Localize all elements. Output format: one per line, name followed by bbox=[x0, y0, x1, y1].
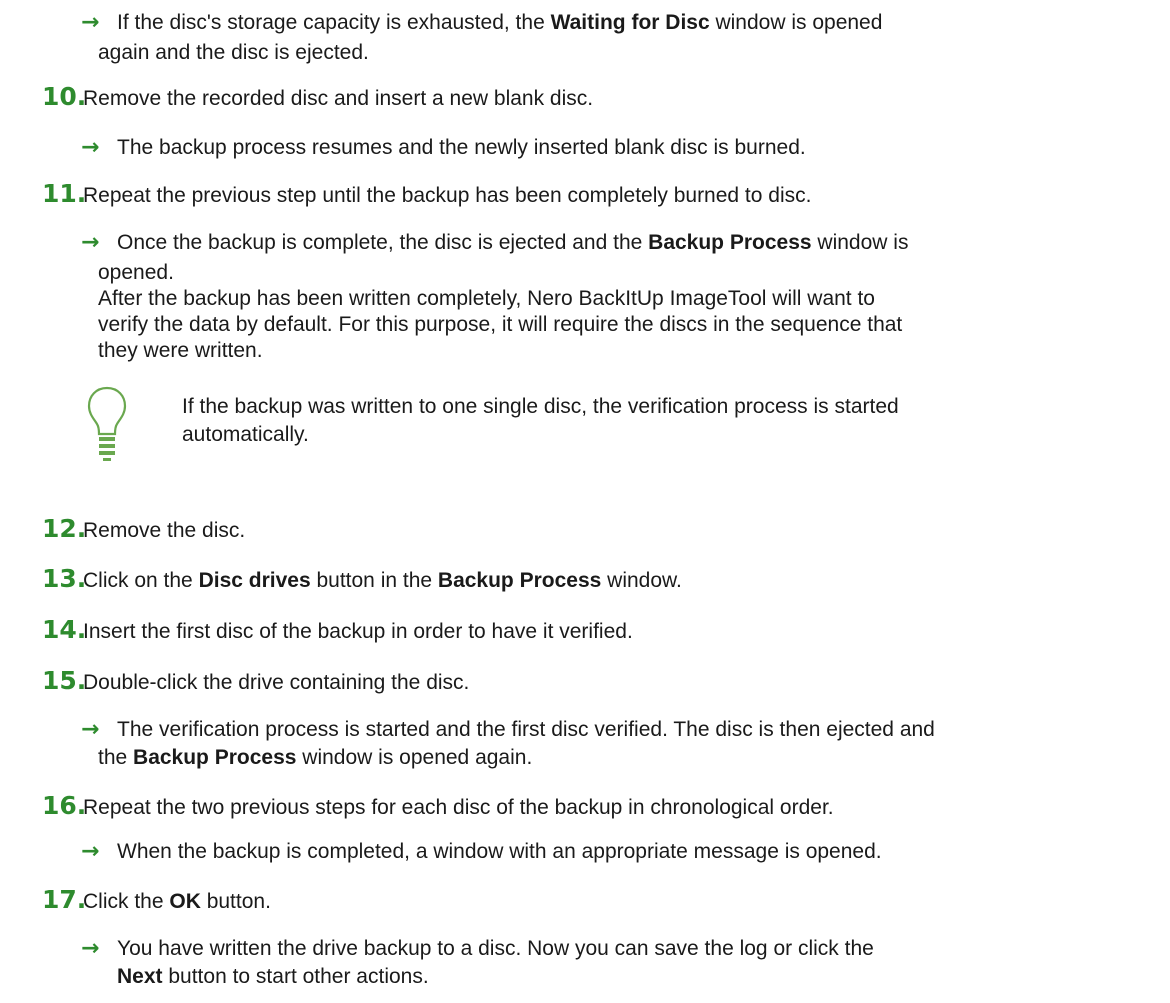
step-result-line2: Next button to start other actions. bbox=[117, 964, 429, 990]
tip-line2: automatically. bbox=[182, 423, 309, 446]
step-result-line1: Once the backup is complete, the disc is… bbox=[117, 230, 908, 256]
intro-text: If the disc's storage capacity is exhaus… bbox=[117, 11, 551, 34]
step-text-post: button. bbox=[200, 890, 271, 913]
step-number: 16. bbox=[42, 791, 87, 820]
step-text-post: window. bbox=[601, 569, 682, 592]
step-number: 11. bbox=[42, 179, 87, 208]
result-arrow-icon: → bbox=[81, 936, 100, 961]
step-text: Insert the first disc of the backup in o… bbox=[83, 620, 633, 643]
backup-process-label: Backup Process bbox=[437, 569, 602, 592]
step-result: The backup process resumes and the newly… bbox=[117, 136, 806, 159]
tip-line1: If the backup was written to one single … bbox=[182, 395, 899, 418]
lightbulb-icon bbox=[86, 384, 128, 474]
step-number: 12. bbox=[42, 514, 87, 543]
step-text-mid: button in the bbox=[310, 569, 438, 592]
step-result-text-post: button to start other actions. bbox=[162, 965, 429, 988]
step-result-line1: The verification process is started and … bbox=[117, 718, 935, 741]
step-paragraph-line1: After the backup has been written comple… bbox=[98, 287, 875, 310]
step-number: 10. bbox=[42, 82, 87, 111]
result-arrow-icon: → bbox=[81, 230, 100, 255]
result-arrow-icon: → bbox=[81, 717, 100, 742]
intro-text-post: window is opened bbox=[709, 11, 883, 34]
waiting-for-disc-label: Waiting for Disc bbox=[550, 11, 710, 34]
step-result-text-post: window is opened again. bbox=[296, 746, 533, 769]
step-result-text: the bbox=[98, 746, 134, 769]
step-number: 17. bbox=[42, 885, 87, 914]
result-arrow-icon: → bbox=[81, 135, 100, 160]
step-text-pre: Click the bbox=[83, 890, 170, 913]
step-result-text: Once the backup is complete, the disc is… bbox=[117, 231, 649, 254]
ok-label: OK bbox=[169, 890, 201, 913]
step-text: Repeat the two previous steps for each d… bbox=[83, 796, 834, 819]
step-text-pre: Click on the bbox=[83, 569, 199, 592]
step-number: 13. bbox=[42, 564, 87, 593]
step-text: Remove the recorded disc and insert a ne… bbox=[83, 87, 594, 110]
step-result-line2: opened. bbox=[98, 261, 174, 284]
next-label: Next bbox=[117, 965, 163, 988]
disc-drives-label: Disc drives bbox=[198, 569, 311, 592]
step-result: When the backup is completed, a window w… bbox=[117, 840, 882, 863]
intro-result-line1: If the disc's storage capacity is exhaus… bbox=[117, 10, 882, 36]
step-result-text-post: window is bbox=[811, 231, 909, 254]
step-paragraph-line3: they were written. bbox=[98, 339, 263, 362]
step-text: Click on the Disc drives button in the B… bbox=[83, 568, 682, 594]
step-number: 15. bbox=[42, 666, 87, 695]
intro-result-line2: again and the disc is ejected. bbox=[98, 41, 369, 64]
result-arrow-icon: → bbox=[81, 839, 100, 864]
step-text: Double-click the drive containing the di… bbox=[83, 671, 470, 694]
result-arrow-icon: → bbox=[81, 10, 100, 35]
step-text: Click the OK button. bbox=[83, 889, 271, 915]
step-result-line1: You have written the drive backup to a d… bbox=[117, 937, 874, 960]
step-result-line2: the Backup Process window is opened agai… bbox=[98, 745, 532, 771]
step-text: Repeat the previous step until the backu… bbox=[83, 184, 812, 207]
step-number: 14. bbox=[42, 615, 87, 644]
step-paragraph-line2: verify the data by default. For this pur… bbox=[98, 313, 903, 336]
backup-process-label: Backup Process bbox=[133, 746, 297, 769]
step-text: Remove the disc. bbox=[83, 519, 246, 542]
backup-process-label: Backup Process bbox=[648, 231, 812, 254]
